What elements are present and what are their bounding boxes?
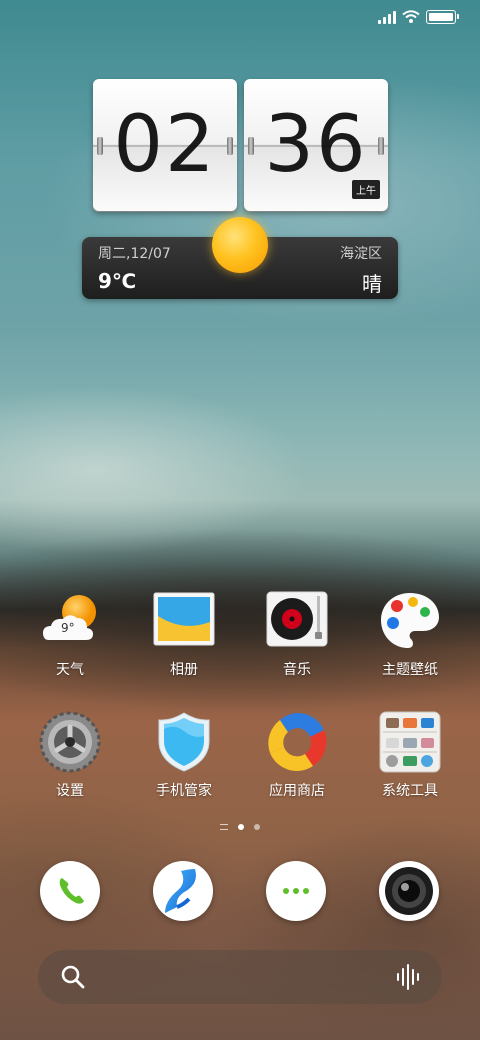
app-store-icon [266, 711, 328, 773]
battery-full-icon [426, 10, 459, 24]
voice-search-icon[interactable] [396, 964, 422, 990]
search-bar[interactable] [38, 950, 442, 1004]
am-pm-badge: 上午 [352, 180, 380, 199]
app-label: 设置 [56, 783, 84, 799]
phone-manager-shield-icon [153, 711, 215, 773]
weather-location: 海淀区 [340, 246, 382, 262]
app-label: 音乐 [283, 662, 311, 678]
weather-condition: 晴 [362, 272, 382, 296]
page-menu-icon [220, 824, 228, 830]
app-label: 相册 [170, 662, 198, 678]
theme-palette-icon [379, 590, 441, 652]
dock-messages[interactable] [266, 861, 326, 921]
app-music[interactable]: 音乐 [242, 590, 352, 679]
dock-browser[interactable] [153, 861, 213, 921]
phone-icon [59, 878, 84, 904]
app-system-tools[interactable]: 系统工具 [355, 711, 465, 800]
settings-gear-icon [39, 711, 101, 773]
page-dot [254, 824, 260, 830]
music-icon [266, 590, 328, 652]
messages-icon [283, 888, 309, 894]
gallery-icon [153, 590, 215, 652]
weather-app-temp: 9° [61, 621, 75, 635]
app-label: 天气 [56, 662, 84, 678]
camera-icon [385, 867, 433, 915]
app-phone-manager[interactable]: 手机管家 [129, 711, 239, 800]
clock-minute-card[interactable]: 36 上午 [244, 79, 388, 211]
sun-icon [212, 217, 268, 273]
search-icon[interactable] [60, 964, 86, 990]
page-dot-active [238, 824, 244, 830]
weather-icon: 9° [39, 590, 101, 652]
page-indicator [0, 824, 480, 830]
app-store[interactable]: 应用商店 [242, 711, 352, 800]
app-weather[interactable]: 9° 天气 [15, 590, 125, 679]
app-gallery[interactable]: 相册 [129, 590, 239, 679]
app-label: 系统工具 [382, 783, 438, 799]
cellular-signal-icon [378, 10, 396, 24]
status-bar [378, 10, 459, 24]
wifi-icon [402, 10, 420, 23]
weather-temperature: 9℃ [98, 269, 137, 293]
browser-icon [165, 869, 196, 913]
weather-date: 周二,12/07 [98, 246, 171, 262]
app-label: 主题壁纸 [382, 662, 438, 678]
clock-hour-card[interactable]: 02 [93, 79, 237, 211]
app-label: 手机管家 [156, 783, 212, 799]
dock-camera[interactable] [379, 861, 439, 921]
dock-phone[interactable] [40, 861, 100, 921]
system-tools-folder-icon [379, 711, 441, 773]
app-themes[interactable]: 主题壁纸 [355, 590, 465, 679]
app-settings[interactable]: 设置 [15, 711, 125, 800]
app-label: 应用商店 [269, 783, 325, 799]
